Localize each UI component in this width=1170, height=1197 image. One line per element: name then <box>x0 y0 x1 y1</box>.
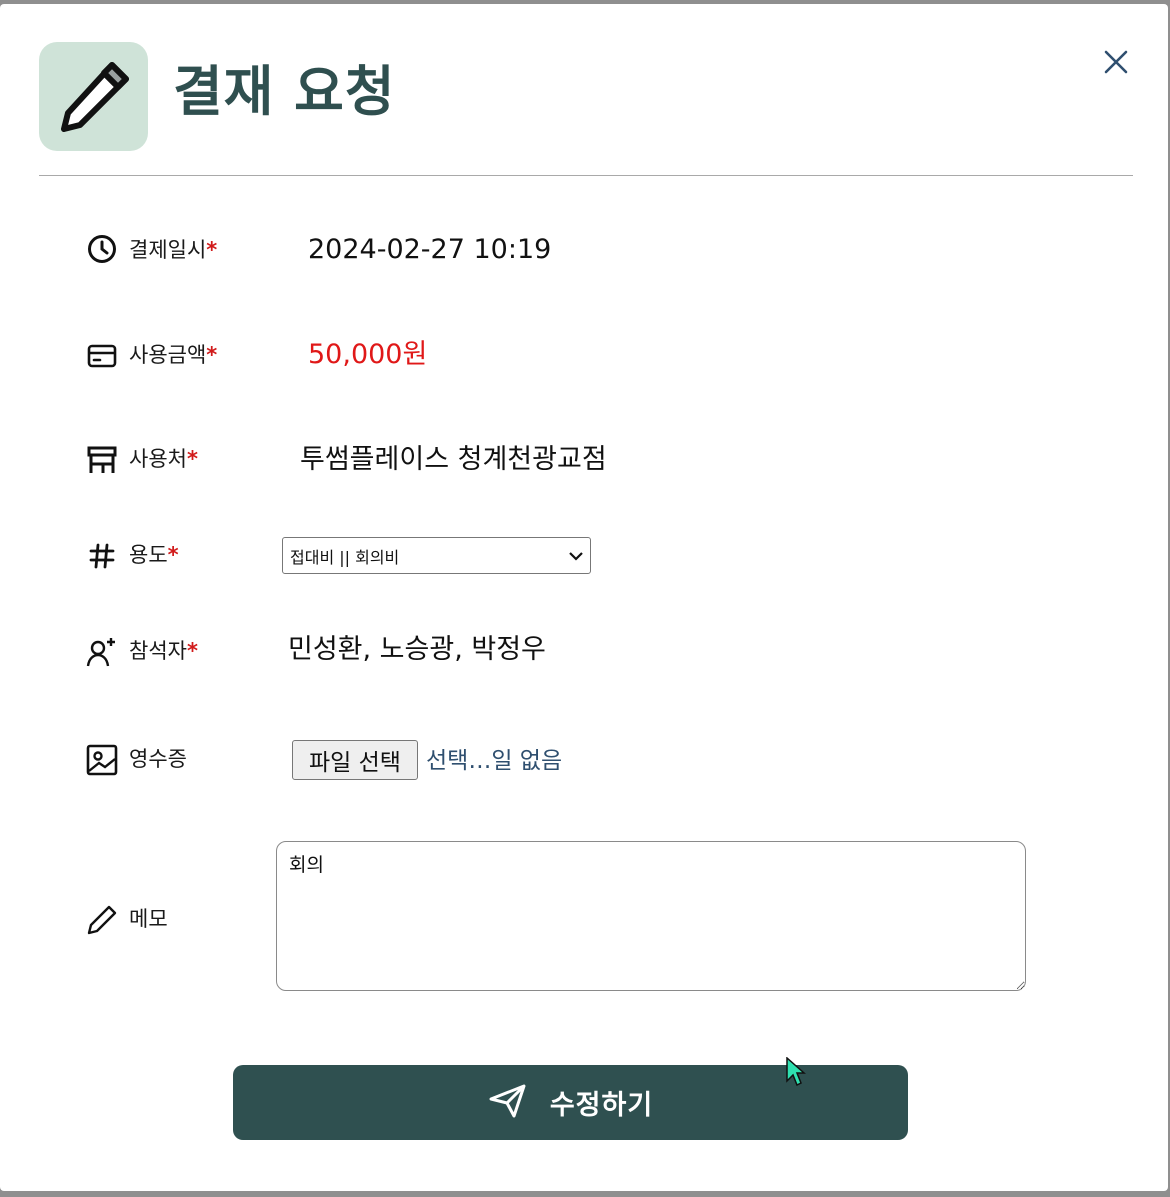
amount-label: 사용금액* <box>129 343 218 367</box>
required-mark: * <box>206 343 218 367</box>
merchant-label: 사용처* <box>129 447 198 471</box>
hash-icon <box>86 540 118 572</box>
clock-icon <box>86 233 118 265</box>
header-divider <box>39 175 1133 176</box>
approval-request-modal: 결재 요청 결제일시* 2024-02-27 10:19 사용금액* 50,00… <box>0 4 1168 1191</box>
attendees-value: 민성환, 노승광, 박정우 <box>288 634 546 665</box>
close-icon[interactable] <box>1098 44 1134 80</box>
submit-edit-button[interactable]: 수정하기 <box>233 1065 908 1140</box>
receipt-label: 영수증 <box>129 747 187 771</box>
amount-value: 50,000원 <box>308 339 428 370</box>
attendees-label: 참석자* <box>129 639 198 663</box>
send-icon <box>488 1083 528 1123</box>
file-select-button[interactable]: 파일 선택 <box>292 740 418 780</box>
required-mark: * <box>186 447 198 471</box>
mouse-cursor-icon <box>786 1056 806 1091</box>
required-mark: * <box>186 639 198 663</box>
chevron-down-icon <box>568 548 584 568</box>
file-status-text: 선택…일 없음 <box>426 748 563 774</box>
memo-textarea[interactable]: 회의 <box>276 841 1026 991</box>
store-icon <box>86 444 118 476</box>
page-title: 결재 요청 <box>173 60 396 123</box>
datetime-value: 2024-02-27 10:19 <box>308 234 552 265</box>
merchant-value: 투썸플레이스 청계천광교점 <box>300 444 607 475</box>
memo-label: 메모 <box>129 907 168 931</box>
purpose-selected-value: 접대비 || 회의비 <box>290 547 400 567</box>
required-mark: * <box>206 238 218 262</box>
header-pencil-icon <box>39 42 148 151</box>
datetime-label: 결제일시* <box>129 238 218 262</box>
credit-card-icon <box>86 340 118 372</box>
submit-label: 수정하기 <box>549 1090 654 1121</box>
purpose-label: 용도* <box>129 543 179 567</box>
add-person-icon <box>86 636 118 668</box>
required-mark: * <box>167 543 179 567</box>
image-icon <box>86 744 118 776</box>
memo-pencil-icon <box>86 904 118 936</box>
purpose-select[interactable]: 접대비 || 회의비 <box>282 537 591 574</box>
